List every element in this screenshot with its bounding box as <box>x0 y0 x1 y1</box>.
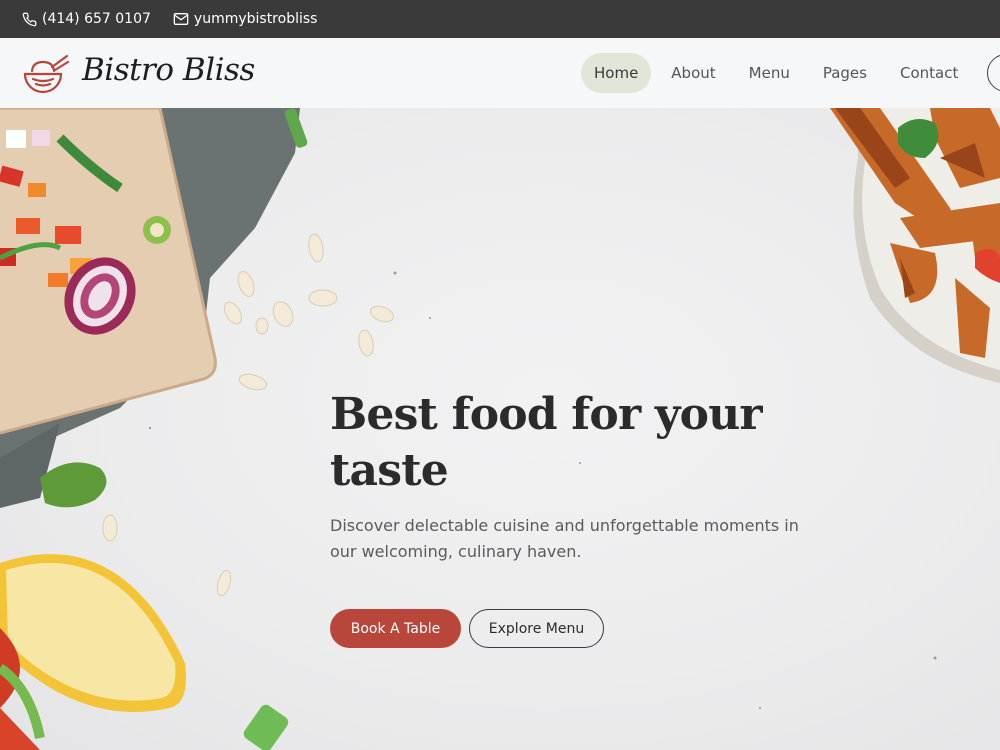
site-header: Bistro Bliss Home About Menu Pages Conta… <box>0 38 1000 108</box>
nav-contact[interactable]: Contact <box>887 53 971 93</box>
nav-menu[interactable]: Menu <box>736 53 803 93</box>
email-contact[interactable]: yummybistrobliss <box>173 11 318 27</box>
book-table-button[interactable]: Book A Table <box>330 609 461 648</box>
phone-contact[interactable]: (414) 657 0107 <box>22 11 151 27</box>
explore-menu-button[interactable]: Explore Menu <box>469 609 604 648</box>
brand-name[interactable]: Bistro Bliss <box>82 52 255 88</box>
phone-icon <box>22 12 37 26</box>
nav-home[interactable]: Home <box>581 53 652 93</box>
bowl-with-chopsticks-icon[interactable] <box>22 53 70 95</box>
email-address: yummybistrobliss <box>193 11 318 27</box>
hero-section: Best food for your taste Discover delect… <box>0 108 1000 750</box>
hero-subtitle: Discover delectable cuisine and unforget… <box>330 516 799 561</box>
top-contact-bar: (414) 657 0107 yummybistrobliss <box>0 0 1000 38</box>
header-circle-button[interactable] <box>987 54 1000 92</box>
envelope-icon <box>173 13 189 25</box>
phone-number: (414) 657 0107 <box>42 11 151 27</box>
nav-pages[interactable]: Pages <box>810 53 880 93</box>
nav-about[interactable]: About <box>658 53 728 93</box>
main-nav: Home About Menu Pages Contact <box>581 53 978 93</box>
hero-title: Best food for your taste <box>330 389 763 496</box>
